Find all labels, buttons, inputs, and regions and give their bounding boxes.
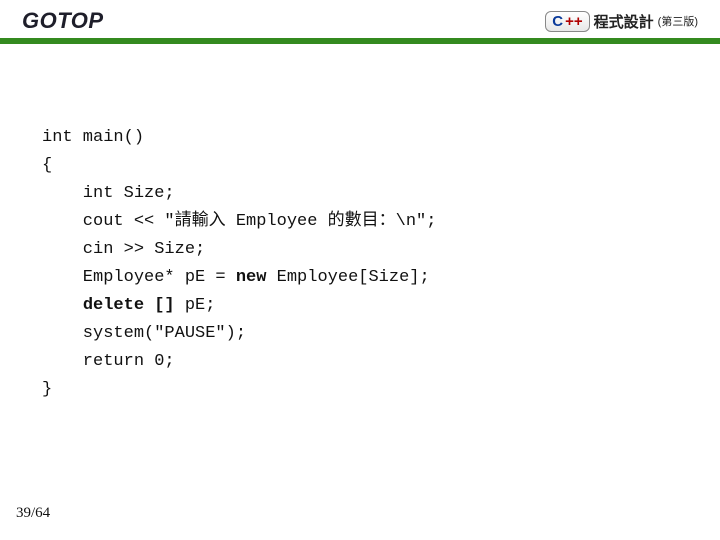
book-title: 程式設計 — [594, 11, 654, 32]
code-line: int Size; — [42, 184, 175, 203]
code-line: Employee[Size]; — [266, 268, 429, 287]
code-line: } — [42, 380, 52, 399]
keyword-delete: delete [] — [83, 296, 175, 315]
badge-c: C — [552, 13, 563, 30]
code-line: int main() — [42, 128, 144, 147]
code-line: { — [42, 156, 52, 175]
keyword-new: new — [236, 268, 267, 287]
badge-plus: ++ — [565, 13, 583, 30]
code-line: Employee* pE = — [42, 268, 236, 287]
code-line: system("PAUSE"); — [42, 324, 246, 343]
code-line — [42, 296, 83, 315]
book-edition: (第三版) — [658, 13, 698, 29]
logo: GOTOP — [22, 8, 104, 34]
slide-page: GOTOP C++ 程式設計 (第三版) int main() { int Si… — [0, 0, 720, 540]
cpp-badge: C++ — [545, 11, 589, 32]
code-line: cout << "請輸入 Employee 的數目：\n"; — [42, 212, 436, 231]
book-title-block: C++ 程式設計 (第三版) — [545, 11, 698, 32]
page-number: 39/64 — [16, 505, 50, 522]
header: GOTOP C++ 程式設計 (第三版) — [0, 0, 720, 38]
code-line: cin >> Size; — [42, 240, 205, 259]
code-line: return 0; — [42, 352, 175, 371]
code-line: pE; — [175, 296, 216, 315]
code-block: int main() { int Size; cout << "請輸入 Empl… — [0, 44, 720, 404]
